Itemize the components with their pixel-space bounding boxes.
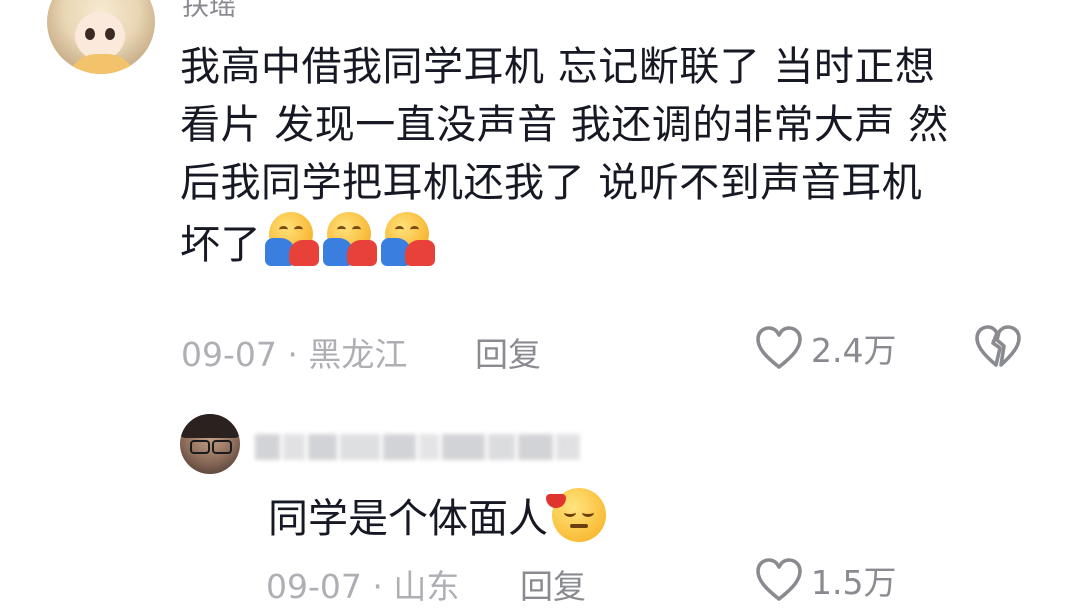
comment-line: 坏了 (180, 222, 261, 268)
reply-text-container: 同学是个体面人 (268, 486, 608, 544)
comment-line: 看片 发现一直没声音 我还调的非常大声 然 (180, 102, 949, 148)
reply-like-button[interactable]: 1.5万 (755, 556, 896, 604)
replier-username-blurred[interactable] (255, 430, 580, 464)
hugging-face-emoji-icon (379, 212, 435, 268)
hugging-face-emoji-icon (263, 212, 319, 268)
replier-avatar[interactable] (180, 414, 240, 474)
comment-line: 后我同学把耳机还我了 说听不到声音耳机 (180, 160, 923, 206)
like-count: 1.5万 (811, 563, 897, 602)
reply-text: 同学是个体面人 (268, 496, 548, 542)
comment-reply-button[interactable]: 回复 (475, 328, 541, 376)
like-count: 2.4万 (811, 331, 897, 370)
comment-dislike-button[interactable] (974, 324, 1022, 374)
hugging-face-emoji-icon (321, 212, 377, 268)
heart-icon (756, 326, 802, 369)
heart-icon (756, 558, 802, 601)
commenter-username[interactable]: 扶瑶 (182, 0, 236, 23)
reply-reply-button[interactable]: 回复 (520, 560, 586, 608)
comment-like-button[interactable]: 2.4万 (755, 324, 896, 372)
comment-line: 我高中借我同学耳机 忘记断联了 当时正想 (180, 44, 936, 90)
commenter-avatar[interactable] (47, 0, 155, 74)
comment-line-last: 坏了 (180, 212, 1050, 284)
broken-heart-icon (975, 325, 1021, 367)
smug-face-emoji-icon (546, 486, 608, 544)
comment-text: 我高中借我同学耳机 忘记断联了 当时正想 看片 发现一直没声音 我还调的非常大声… (180, 38, 1050, 284)
emoji-group (263, 212, 437, 284)
comment-date-location: 09-07 · 黑龙江 (181, 335, 408, 374)
reply-date-location: 09-07 · 山东 (266, 567, 460, 606)
